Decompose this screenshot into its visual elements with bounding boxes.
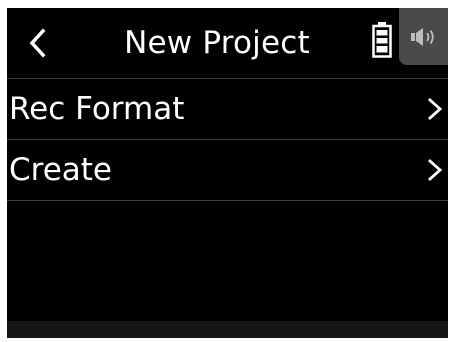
bottom-bar: [7, 321, 448, 338]
page-title: New Project: [124, 25, 310, 61]
header-bar: New Project: [7, 8, 448, 78]
menu-divider: [7, 200, 448, 201]
back-button[interactable]: [7, 8, 67, 78]
chevron-right-icon: [428, 98, 442, 120]
device-screen: New Project Rec Format Create: [7, 8, 448, 338]
chevron-right-icon: [428, 159, 442, 181]
menu-item-rec-format[interactable]: Rec Format: [7, 79, 448, 139]
battery-icon: [372, 22, 392, 58]
chevron-left-icon: [29, 28, 46, 58]
menu-item-create[interactable]: Create: [7, 140, 448, 200]
menu-item-label: Create: [9, 152, 113, 188]
speaker-button[interactable]: [399, 8, 448, 65]
menu-item-label: Rec Format: [9, 91, 185, 127]
speaker-icon: [410, 27, 434, 46]
